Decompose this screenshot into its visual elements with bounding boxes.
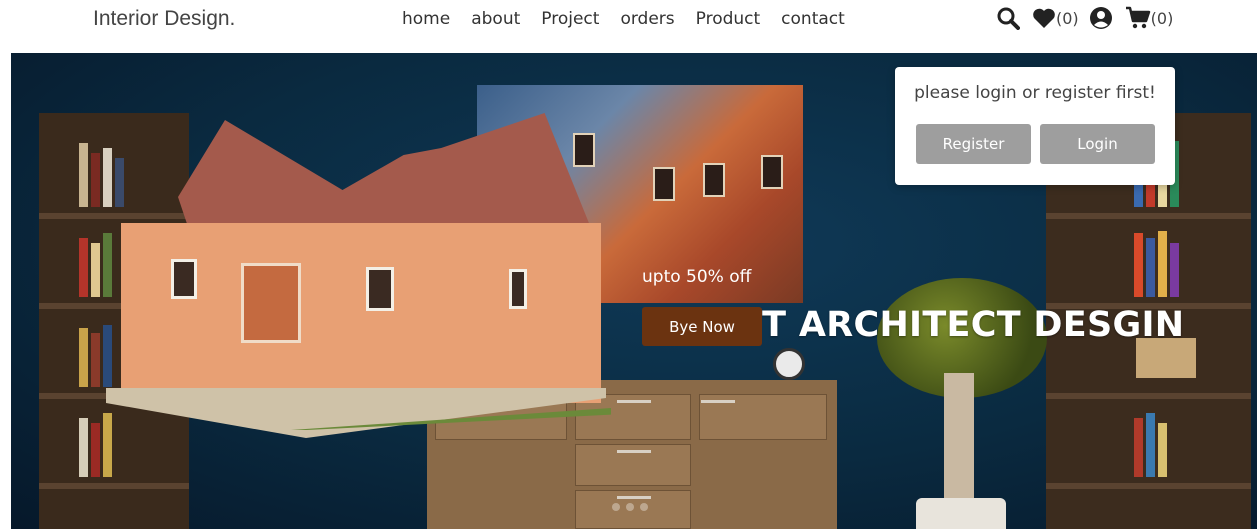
login-button[interactable]: Login [1040, 124, 1155, 164]
plant-trunk [944, 373, 974, 513]
nav-orders[interactable]: orders [620, 9, 674, 29]
user-icon [1089, 7, 1112, 29]
cart-button[interactable]: (0) [1125, 6, 1174, 30]
cart-count: (0) [1150, 8, 1174, 28]
nav-home[interactable]: home [402, 9, 450, 29]
site-header: Interior Design. home about Project orde… [0, 0, 1257, 53]
carousel-dot[interactable] [626, 503, 634, 511]
register-button[interactable]: Register [916, 124, 1031, 164]
cart-icon [1125, 6, 1150, 29]
header-icons: (0) (0) [996, 6, 1183, 30]
account-button[interactable] [1089, 6, 1113, 30]
nav-about[interactable]: about [471, 9, 520, 29]
search-icon [997, 7, 1020, 30]
login-prompt: please login or register first! [914, 83, 1156, 103]
nav-contact[interactable]: contact [781, 9, 845, 29]
heart-icon [1033, 8, 1055, 28]
wishlist-button[interactable]: (0) [1032, 7, 1079, 29]
house-model [121, 223, 601, 403]
buy-now-button[interactable]: Bye Now [642, 307, 762, 346]
wishlist-count: (0) [1056, 8, 1079, 28]
carousel-dot[interactable] [612, 503, 620, 511]
nav-project[interactable]: Project [541, 9, 599, 29]
site-logo[interactable]: Interior Design. [93, 7, 235, 31]
login-popup: please login or register first! Register… [895, 67, 1175, 185]
nav-product[interactable]: Product [696, 9, 761, 29]
promo-text: upto 50% off [642, 267, 752, 287]
search-button[interactable] [996, 6, 1020, 30]
alarm-clock [773, 348, 805, 380]
main-nav: home about Project orders Product contac… [402, 9, 866, 29]
plant-pot [916, 498, 1006, 529]
carousel-dot[interactable] [640, 503, 648, 511]
carousel-dots [612, 503, 648, 511]
